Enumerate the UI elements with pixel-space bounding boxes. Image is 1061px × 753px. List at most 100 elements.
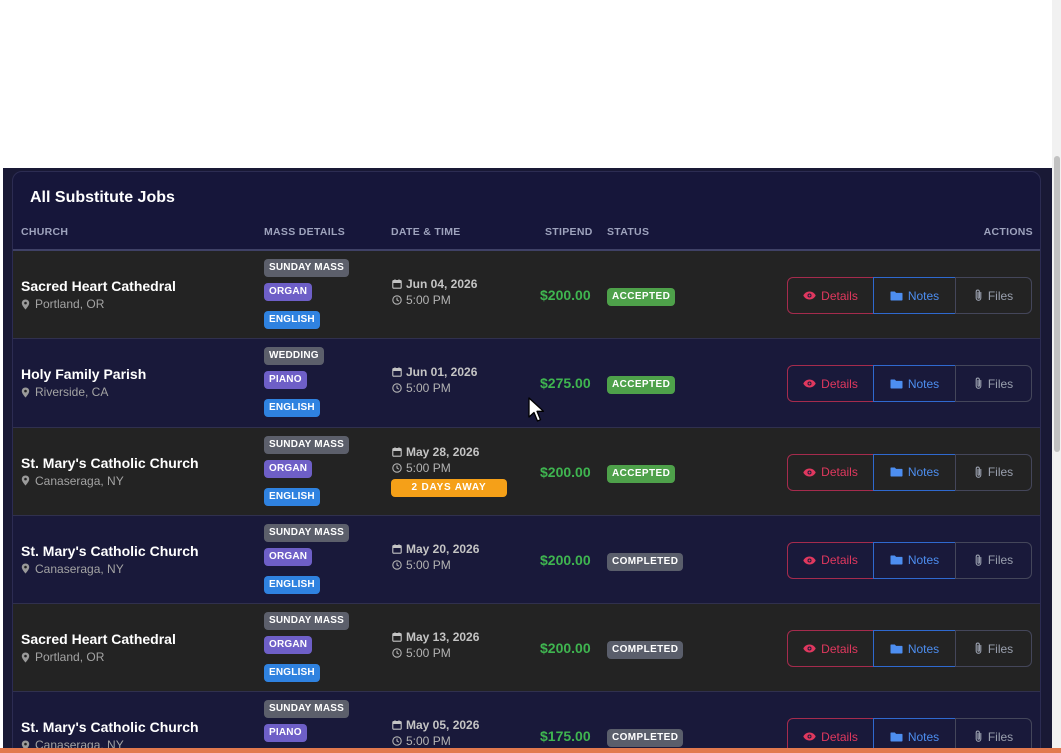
row-actions: Details Notes Files [787, 277, 1032, 314]
files-label: Files [987, 288, 1014, 303]
details-button[interactable]: Details [787, 453, 874, 491]
mass-tag-piano: PIANO [264, 724, 307, 743]
table-row: St. Mary's Catholic Church Canaseraga, NY… [13, 692, 1040, 753]
notes-button[interactable]: Notes [873, 365, 956, 403]
paperclip-icon [974, 642, 983, 655]
status-badge: ACCEPTED [607, 288, 676, 306]
details-button[interactable]: Details [787, 630, 874, 668]
location-text: Canaseraga, NY [35, 473, 124, 488]
job-time: 5:00 PM [392, 558, 451, 572]
table-row: Sacred Heart Cathedral Portland, OR SUNDAY… [13, 604, 1040, 693]
time-text: 5:00 PM [406, 557, 451, 572]
table-body: Sacred Heart Cathedral Portland, OR SUNDAY… [13, 251, 1040, 753]
location-text: Portland, OR [35, 297, 105, 311]
mass-tag-english: ENGLISH [264, 399, 320, 418]
clock-icon [392, 295, 402, 305]
eye-icon [803, 732, 816, 741]
notes-button[interactable]: Notes [873, 541, 956, 579]
calendar-icon [392, 367, 402, 378]
details-label: Details [821, 641, 858, 656]
church-name: St. Mary's Catholic Church [21, 542, 199, 559]
folder-icon [890, 644, 903, 654]
column-header-stipend: STIPEND [545, 226, 593, 238]
status-badge: COMPLETED [607, 641, 684, 660]
row-actions: Details Notes Files [787, 630, 1032, 668]
map-pin-icon [21, 299, 30, 310]
details-button[interactable]: Details [787, 277, 874, 314]
job-date: May 13, 2026 [392, 630, 479, 644]
notes-button[interactable]: Notes [873, 453, 956, 491]
location-text: Riverside, CA [35, 385, 109, 400]
mouse-cursor-icon [528, 397, 545, 422]
job-time: 5:00 PM [392, 646, 451, 660]
stipend-amount: $200.00 [540, 463, 591, 480]
details-button[interactable]: Details [787, 541, 874, 579]
notes-label: Notes [907, 288, 940, 303]
mass-tag-wedding: WEDDING [264, 347, 324, 366]
clock-icon [392, 736, 402, 747]
files-button[interactable]: Files [955, 541, 1032, 579]
calendar-icon [392, 279, 402, 289]
status-badge: ACCEPTED [607, 376, 676, 395]
files-button[interactable]: Files [955, 453, 1032, 491]
location-text: Portland, OR [35, 650, 105, 665]
files-label: Files [987, 641, 1014, 656]
folder-icon [890, 732, 903, 742]
details-label: Details [821, 465, 858, 480]
clock-icon [392, 648, 402, 658]
table-row: Holy Family Parish Riverside, CA WEDDING PI… [13, 339, 1040, 428]
church-name: Holy Family Parish [21, 366, 147, 383]
paperclip-icon [974, 289, 983, 302]
column-header-church: CHURCH [21, 226, 69, 238]
paperclip-icon [974, 554, 983, 567]
scrollbar-thumb[interactable] [1054, 156, 1060, 452]
table-row: St. Mary's Catholic Church Canaseraga, NY… [13, 515, 1040, 605]
column-header-actions: ACTIONS [983, 226, 1033, 238]
mass-tag-sunday-mass: SUNDAY MASS [264, 523, 349, 542]
notes-label: Notes [907, 641, 940, 656]
eye-icon [803, 556, 816, 565]
church-location: Canaseraga, NY [21, 474, 124, 488]
column-header-date-time: DATE & TIME [391, 226, 461, 238]
eye-icon [803, 644, 816, 653]
days-away-badge: 2 DAYS AWAY [391, 478, 507, 497]
notes-button[interactable]: Notes [873, 277, 956, 314]
notes-label: Notes [907, 465, 940, 480]
mass-tag-sunday-mass: SUNDAY MASS [264, 612, 349, 631]
date-text: May 28, 2026 [406, 444, 480, 459]
status-badge: COMPLETED [607, 552, 684, 571]
stipend-amount: $200.00 [540, 551, 591, 568]
stipend-amount: $175.00 [540, 728, 591, 745]
row-actions: Details Notes Files [787, 541, 1032, 579]
date-text: May 13, 2026 [406, 630, 480, 645]
notes-button[interactable]: Notes [873, 630, 956, 668]
table-row: St. Mary's Catholic Church Canaseraga, NY… [13, 427, 1040, 516]
files-button[interactable]: Files [955, 365, 1032, 403]
date-text: May 05, 2026 [406, 718, 480, 733]
eye-icon [803, 468, 816, 477]
files-label: Files [987, 376, 1014, 391]
folder-icon [890, 467, 903, 477]
paperclip-icon [974, 730, 983, 743]
files-button[interactable]: Files [955, 277, 1032, 314]
church-name: Sacred Heart Cathedral [21, 631, 176, 648]
table-row: Sacred Heart Cathedral Portland, OR SUNDAY… [13, 251, 1040, 340]
map-pin-icon [21, 475, 30, 486]
mass-tag-organ: ORGAN [264, 636, 313, 655]
map-pin-icon [21, 387, 30, 398]
time-text: 5:00 PM [406, 734, 451, 749]
stipend-amount: $275.00 [540, 375, 591, 392]
time-text: 5:00 PM [406, 460, 451, 475]
details-button[interactable]: Details [787, 365, 874, 403]
mass-tag-sunday-mass: SUNDAY MASS [264, 259, 349, 277]
folder-icon [890, 291, 903, 301]
mass-tag-organ: ORGAN [264, 459, 313, 478]
church-location: Riverside, CA [21, 385, 108, 399]
stipend-amount: $200.00 [540, 640, 591, 657]
clock-icon [392, 560, 402, 570]
calendar-icon [392, 632, 402, 642]
job-date: May 05, 2026 [392, 718, 479, 732]
mass-tag-english: ENGLISH [264, 664, 320, 683]
time-text: 5:00 PM [406, 293, 451, 307]
files-button[interactable]: Files [955, 630, 1032, 668]
